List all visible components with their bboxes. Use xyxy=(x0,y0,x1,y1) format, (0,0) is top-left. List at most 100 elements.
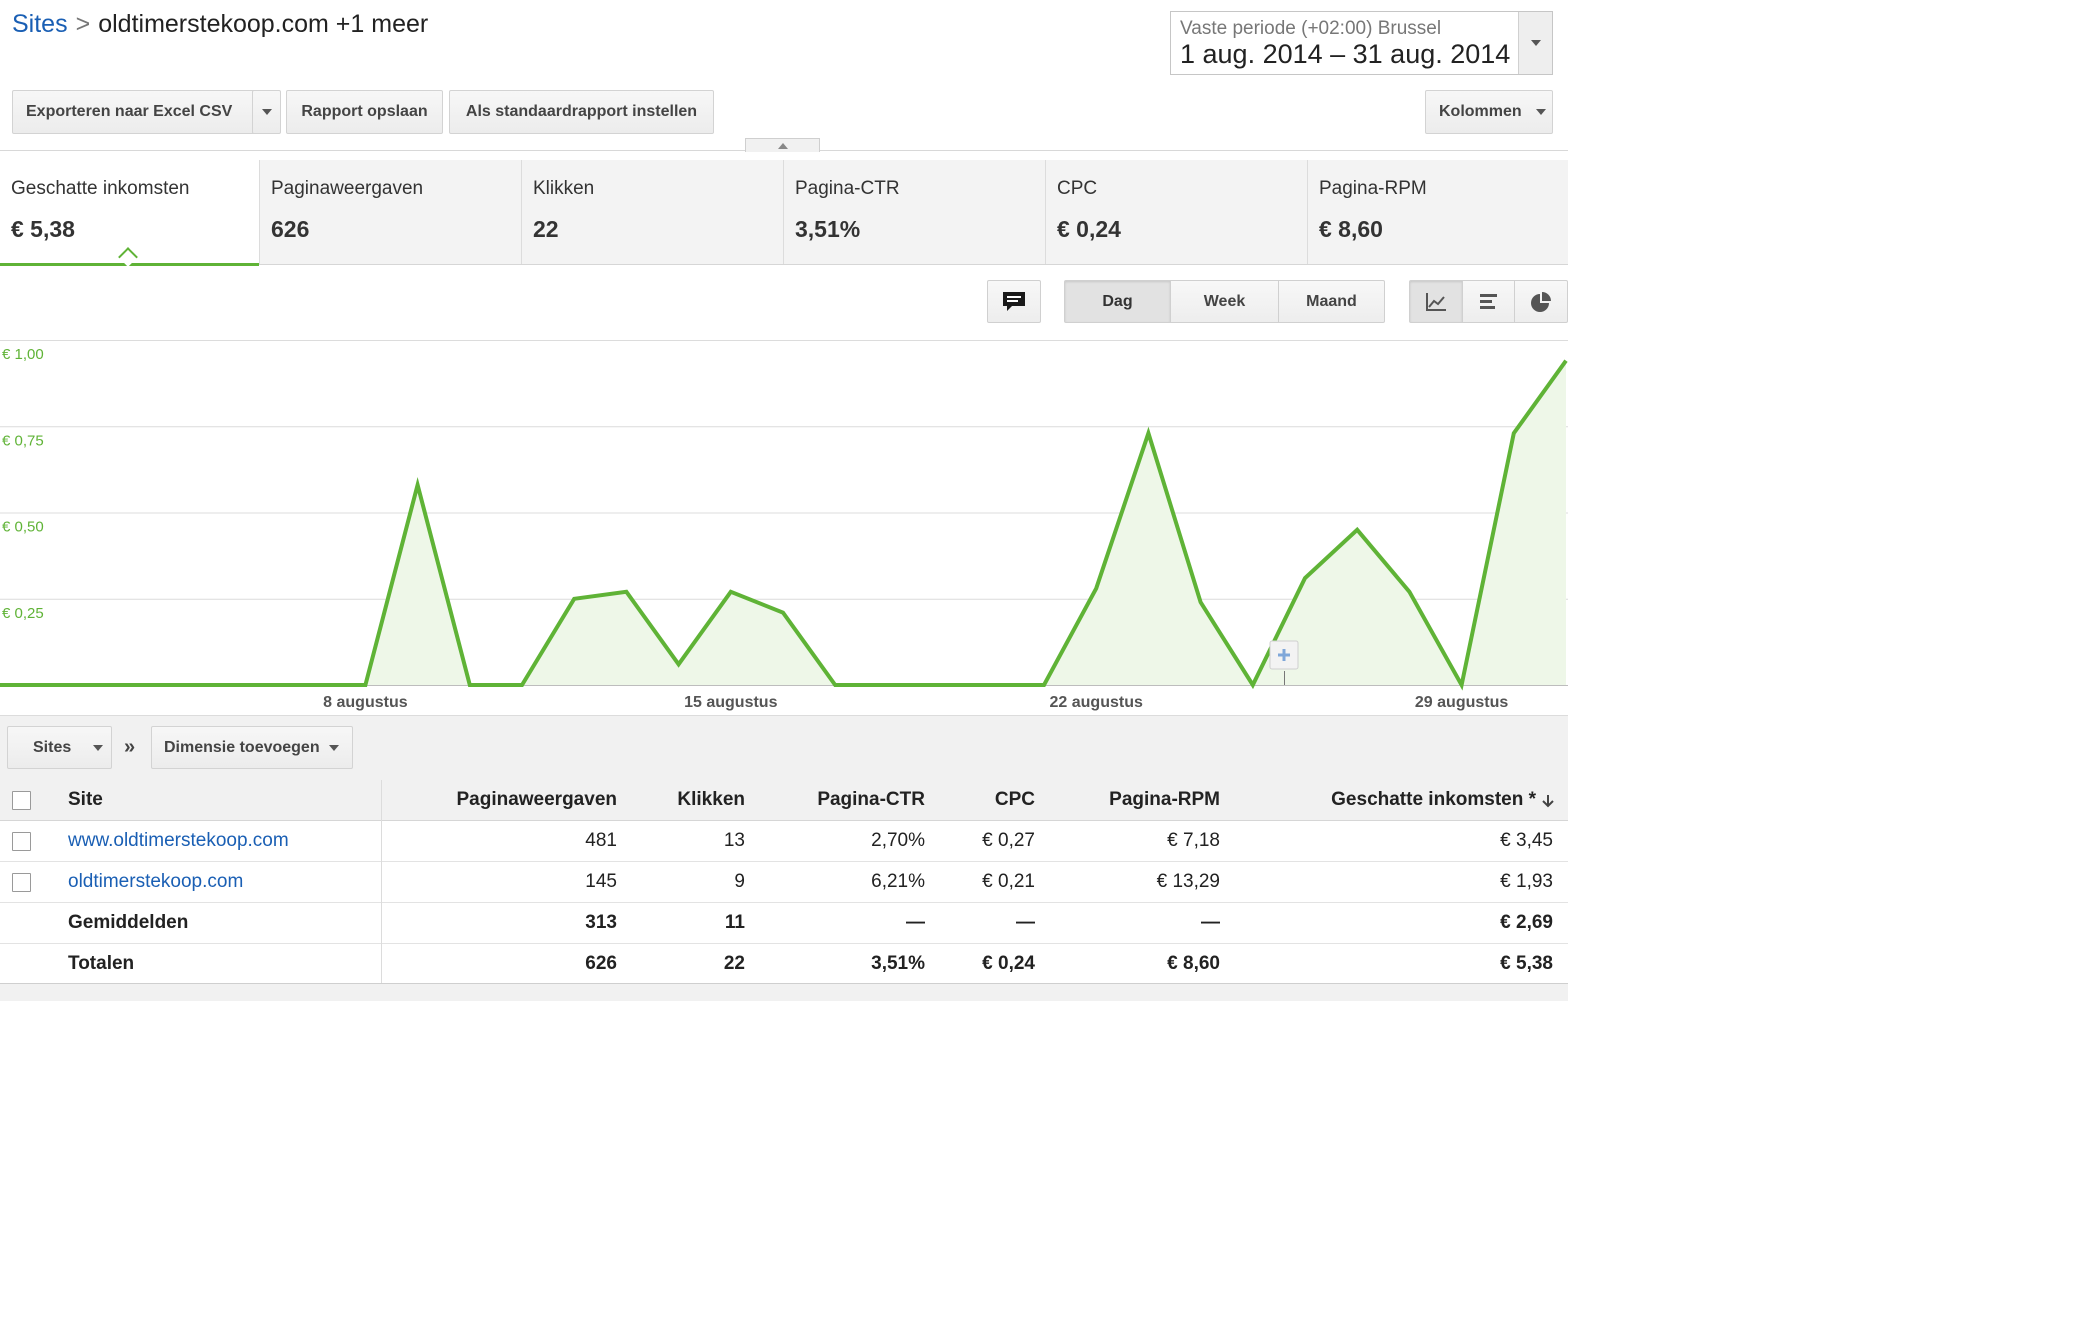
cell-clicks: 11 xyxy=(724,912,745,933)
scorecard-value: 22 xyxy=(533,216,559,242)
scorecard-value: € 8,60 xyxy=(1319,216,1383,242)
scorecard-value: € 5,38 xyxy=(11,216,75,242)
averages-row: Gemiddelden 313 11 — — — € 2,69 xyxy=(0,903,1568,944)
export-csv-button[interactable]: Exporteren naar Excel CSV xyxy=(12,90,280,134)
granularity-day-button[interactable]: Dag xyxy=(1064,280,1171,323)
column-header-page-views[interactable]: Paginaweergaven xyxy=(456,780,617,820)
column-header-page-ctr[interactable]: Pagina-CTR xyxy=(817,780,925,820)
view-pie-chart-button[interactable] xyxy=(1514,280,1568,323)
totals-label: Totalen xyxy=(68,953,135,974)
cell-estimated-earnings: € 5,38 xyxy=(1500,953,1553,974)
row-checkbox[interactable] xyxy=(12,832,31,851)
cell-cpc: € 0,24 xyxy=(982,953,1035,974)
x-tick-label: 15 augustus xyxy=(684,694,777,711)
cell-page-views: 145 xyxy=(585,871,617,892)
scorecard-name: Pagina-RPM xyxy=(1319,178,1427,199)
scorecard-value: 626 xyxy=(271,216,310,242)
cell-page-rpm: — xyxy=(1201,912,1220,933)
chevron-down-icon xyxy=(261,109,272,115)
row-checkbox[interactable] xyxy=(12,873,31,892)
site-link[interactable]: www.oldtimerstekoop.com xyxy=(68,821,289,861)
cell-page-rpm: € 8,60 xyxy=(1167,953,1220,974)
scorecard-clicks[interactable]: Klikken 22 xyxy=(522,160,784,264)
granularity-month-button[interactable]: Maand xyxy=(1278,280,1385,323)
column-header-estimated-earnings[interactable]: Geschatte inkomsten * xyxy=(1331,780,1536,820)
chevron-down-icon xyxy=(1535,109,1546,115)
totals-row: Totalen 626 22 3,51% € 0,24 € 8,60 € 5,3… xyxy=(0,944,1568,985)
averages-label: Gemiddelden xyxy=(68,912,189,933)
cell-cpc: € 0,21 xyxy=(982,871,1035,892)
scorecard-page-rpm[interactable]: Pagina-RPM € 8,60 xyxy=(1308,160,1568,264)
set-default-report-button[interactable]: Als standaardrapport instellen xyxy=(449,90,714,134)
chevron-down-icon xyxy=(93,744,104,751)
cell-clicks: 13 xyxy=(723,830,745,851)
export-options-dropdown[interactable] xyxy=(252,90,281,134)
granularity-week-button[interactable]: Week xyxy=(1170,280,1279,323)
granularity-week-label: Week xyxy=(1203,292,1246,310)
breadcrumb-sites-link[interactable]: Sites xyxy=(12,10,68,38)
pie-chart-icon xyxy=(1531,291,1551,312)
date-range-dropdown-button[interactable] xyxy=(1518,12,1552,74)
chevron-down-icon xyxy=(1531,40,1541,46)
column-header-site[interactable]: Site xyxy=(68,780,103,820)
columns-button[interactable]: Kolommen xyxy=(1425,90,1553,134)
site-column-divider xyxy=(381,780,382,985)
collapse-scorecards-toggle[interactable] xyxy=(745,138,820,152)
add-dimension-dropdown[interactable]: Dimensie toevoegen xyxy=(151,726,353,769)
cell-page-rpm: € 7,18 xyxy=(1167,830,1220,851)
granularity-day-label: Dag xyxy=(1102,292,1133,310)
y-tick-label: € 0,25 xyxy=(2,605,44,622)
column-header-clicks[interactable]: Klikken xyxy=(677,780,745,820)
cell-page-ctr: 6,21% xyxy=(871,871,925,892)
scorecard-name: Pagina-CTR xyxy=(795,178,900,199)
site-link[interactable]: oldtimerstekoop.com xyxy=(68,862,243,902)
scorecard-estimated-earnings[interactable]: Geschatte inkomsten € 5,38 xyxy=(0,160,260,267)
view-bar-chart-button[interactable] xyxy=(1462,280,1515,323)
dimension-bar: Sites » Dimensie toevoegen xyxy=(0,715,1568,781)
scorecard-name: Paginaweergaven xyxy=(271,178,424,199)
view-line-chart-button[interactable] xyxy=(1409,280,1463,323)
scorecard-cpc[interactable]: CPC € 0,24 xyxy=(1046,160,1308,264)
chevron-down-icon xyxy=(328,744,339,751)
column-header-page-rpm[interactable]: Pagina-RPM xyxy=(1109,780,1220,820)
breadcrumb-separator: > xyxy=(75,10,91,38)
set-default-label: Als standaardrapport instellen xyxy=(465,103,698,120)
bar-chart-icon xyxy=(1479,293,1497,309)
cell-page-rpm: € 13,29 xyxy=(1156,871,1220,892)
export-csv-label: Exporteren naar Excel CSV xyxy=(26,103,233,120)
comment-icon xyxy=(1003,291,1025,311)
scorecard-page-views[interactable]: Paginaweergaven 626 xyxy=(260,160,522,264)
y-tick-label: € 0,50 xyxy=(2,519,44,536)
breadcrumb: Sites > oldtimerstekoop.com +1 meer xyxy=(12,10,428,39)
cell-page-ctr: 2,70% xyxy=(871,830,925,851)
columns-label: Kolommen xyxy=(1439,103,1522,120)
save-report-button[interactable]: Rapport opslaan xyxy=(286,90,443,134)
scorecard-page-ctr[interactable]: Pagina-CTR 3,51% xyxy=(784,160,1046,264)
table-header-row: Site Paginaweergaven Klikken Pagina-CTR … xyxy=(0,780,1568,821)
cell-page-ctr: 3,51% xyxy=(871,953,925,974)
y-tick-label: € 1,00 xyxy=(2,346,44,363)
x-tick-label: 8 augustus xyxy=(323,694,408,711)
cell-clicks: 9 xyxy=(734,871,745,892)
page-title: oldtimerstekoop.com +1 meer xyxy=(98,10,429,38)
add-dimension-label: Dimensie toevoegen xyxy=(164,738,320,756)
arrow-down-icon[interactable] xyxy=(1542,794,1554,808)
primary-dimension-dropdown[interactable]: Sites xyxy=(7,726,112,769)
table-footer-strip xyxy=(0,983,1568,1001)
select-all-checkbox[interactable] xyxy=(12,791,31,810)
granularity-month-label: Maand xyxy=(1306,292,1357,310)
cell-estimated-earnings: € 2,69 xyxy=(1500,912,1553,933)
cell-page-views: 313 xyxy=(585,912,617,933)
date-range-picker[interactable]: Vaste periode (+02:00) Brussel 1 aug. 20… xyxy=(1170,11,1553,75)
column-header-cpc[interactable]: CPC xyxy=(995,780,1035,820)
primary-dimension-label: Sites xyxy=(33,738,72,756)
cell-cpc: € 0,27 xyxy=(982,830,1035,851)
cell-page-views: 626 xyxy=(585,953,617,974)
scorecards: Geschatte inkomsten € 5,38 Paginaweergav… xyxy=(0,160,1568,267)
save-report-label: Rapport opslaan xyxy=(301,103,428,120)
cell-estimated-earnings: € 3,45 xyxy=(1500,830,1553,851)
cell-page-ctr: — xyxy=(906,912,925,933)
scorecard-value: 3,51% xyxy=(795,216,861,242)
scorecard-value: € 0,24 xyxy=(1057,216,1121,242)
annotation-button[interactable] xyxy=(987,280,1041,323)
